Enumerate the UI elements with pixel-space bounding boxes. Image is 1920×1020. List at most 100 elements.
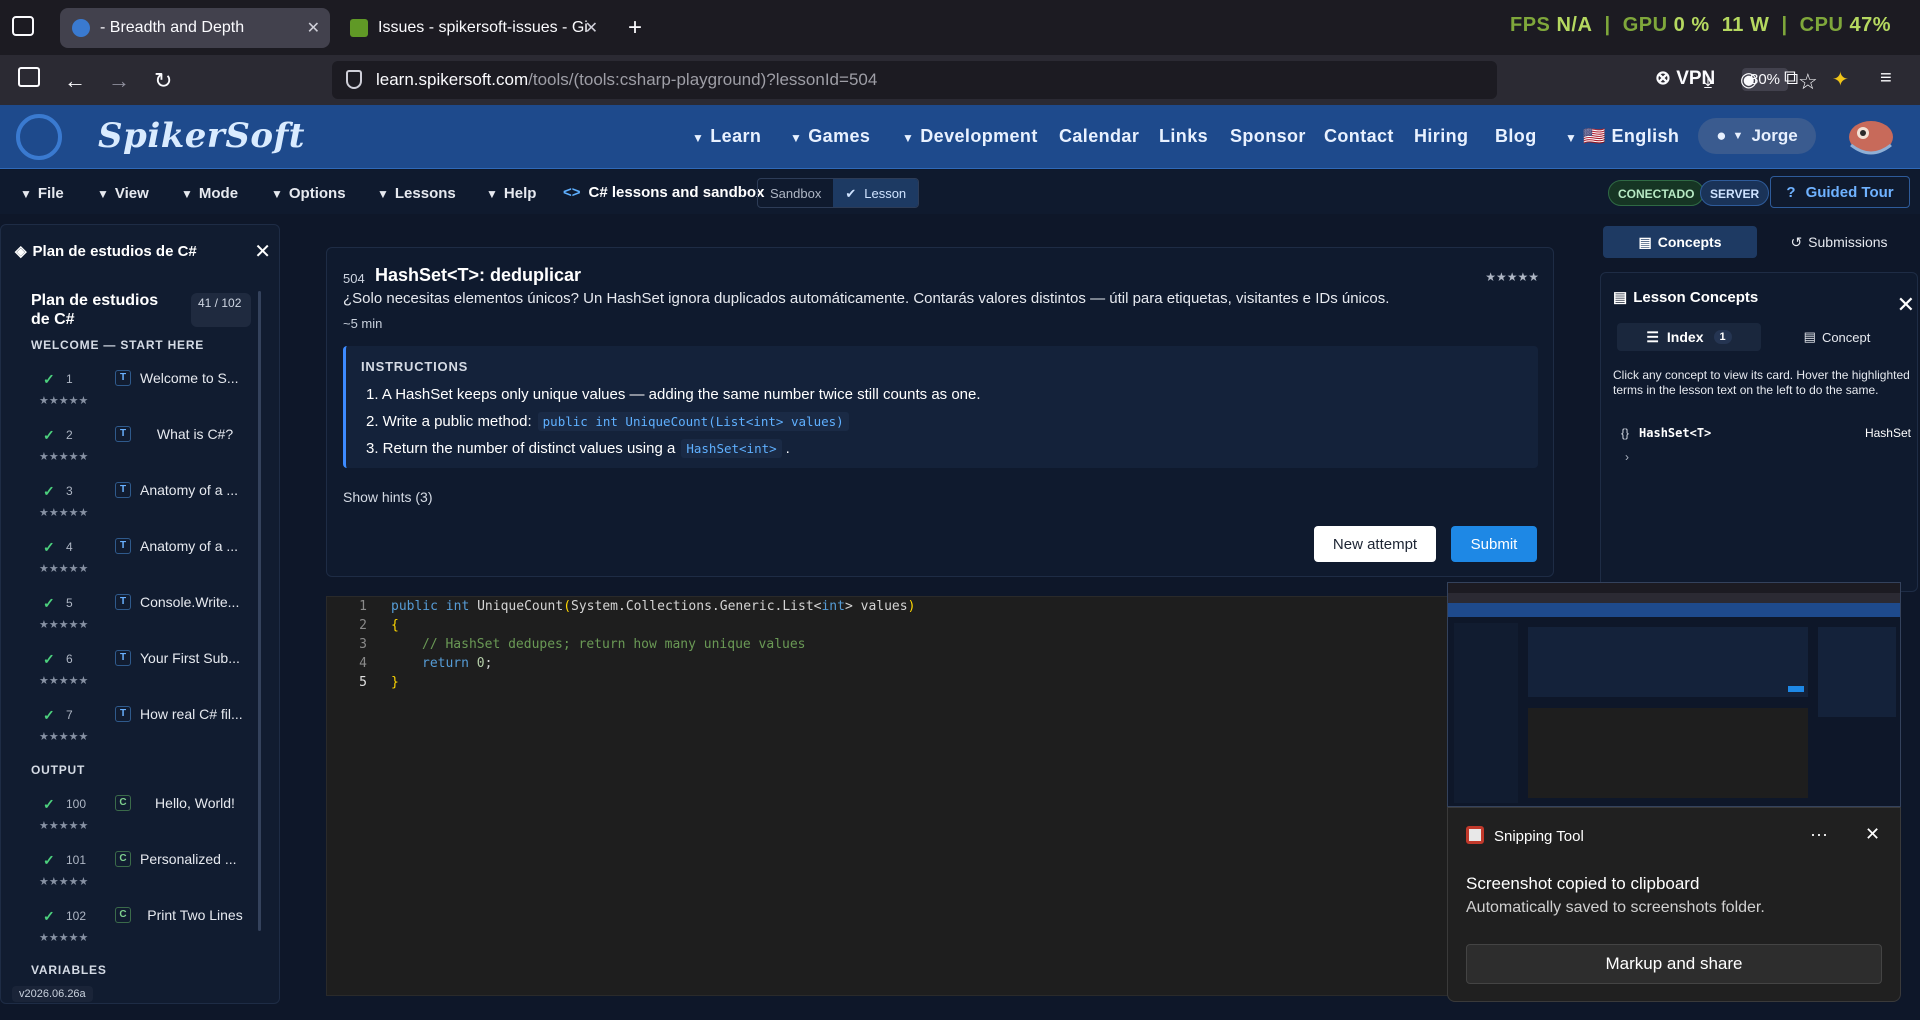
nav-calendar[interactable]: Calendar bbox=[1059, 126, 1139, 147]
bookmark-star-icon[interactable]: ☆ bbox=[1798, 69, 1818, 95]
lesson-item[interactable]: ✓ 6 T Your First Sub... ★★★★★ bbox=[31, 648, 256, 704]
snipping-tool-toast: Snipping Tool ··· ✕ Screenshot copied to… bbox=[1447, 807, 1901, 1002]
gpu-label: GPU bbox=[1622, 14, 1668, 36]
spikersoft-logo-icon[interactable] bbox=[16, 114, 62, 160]
code-editor[interactable]: 1 2 3 4 5 public int UniqueCount(System.… bbox=[326, 596, 1554, 996]
extensions-icon[interactable]: ⧉ bbox=[1784, 67, 1798, 90]
screenshot-thumbnail[interactable] bbox=[1447, 582, 1901, 807]
lesson-item[interactable]: ✓ 3 T Anatomy of a ... ★★★★★ bbox=[31, 480, 256, 536]
code-line: return 0; bbox=[422, 656, 493, 671]
menu-lessons[interactable]: ▼ Lessons bbox=[377, 185, 456, 202]
lesson-item[interactable]: ✓ 102 C Print Two Lines ★★★★★ bbox=[31, 905, 256, 961]
show-hints-link[interactable]: Show hints (3) bbox=[343, 489, 432, 505]
tab-submissions[interactable]: ↺ Submissions bbox=[1763, 226, 1915, 258]
nav-language[interactable]: ▼ 🇺🇸 English bbox=[1565, 126, 1679, 147]
concepts-title: ▤ Lesson Concepts bbox=[1613, 289, 1759, 306]
lesson-item[interactable]: ✓ 4 T Anatomy of a ... ★★★★★ bbox=[31, 536, 256, 592]
check-icon: ✓ bbox=[43, 908, 55, 924]
tab-concepts[interactable]: ▤ Concepts bbox=[1603, 226, 1757, 258]
lesson-item[interactable]: ✓ 1 T Welcome to S... ★★★★★ bbox=[31, 368, 256, 424]
lesson-item[interactable]: ✓ 7 T How real C# fil... ★★★★★ bbox=[31, 704, 256, 760]
chevron-down-icon: ▼ bbox=[692, 131, 705, 145]
toast-subtext: Automatically saved to screenshots folde… bbox=[1466, 899, 1765, 916]
markup-and-share-button[interactable]: Markup and share bbox=[1466, 944, 1882, 984]
lesson-item[interactable]: ✓ 100 C Hello, World! ★★★★★ bbox=[31, 793, 256, 849]
forward-button[interactable]: → bbox=[108, 68, 130, 94]
concept-tag: HashSet bbox=[1864, 426, 1911, 440]
address-bar[interactable]: learn.spikersoft.com /tools/(tools:cshar… bbox=[332, 61, 1818, 99]
nav-contact[interactable]: Contact bbox=[1324, 126, 1394, 147]
code-icon: <> bbox=[563, 184, 581, 201]
browser-tab-active[interactable]: - Breadth and Depth ✕ bbox=[60, 8, 330, 48]
curriculum-title: Plan de estudios de C# bbox=[31, 292, 159, 328]
chevron-down-icon: ▼ bbox=[20, 187, 32, 201]
lesson-rating-stars[interactable]: ★★★★★ bbox=[1485, 270, 1539, 284]
lesson-item[interactable]: ✓ 5 T Console.Write... ★★★★★ bbox=[31, 592, 256, 648]
app-menubar: ▼ File ▼ View ▼ Mode ▼ Options ▼ Lessons ▼ Hel… bbox=[0, 170, 1920, 214]
lesson-type-badge: C bbox=[115, 795, 131, 811]
brand-name[interactable]: SpikerSoft bbox=[98, 116, 305, 156]
nav-links[interactable]: Links bbox=[1159, 126, 1208, 147]
concept-row[interactable]: {} HashSet<T> HashSet bbox=[1621, 426, 1911, 440]
reload-button[interactable]: ↻ bbox=[154, 68, 172, 94]
close-tab-icon[interactable]: ✕ bbox=[585, 18, 598, 38]
nav-blog[interactable]: Blog bbox=[1495, 126, 1537, 147]
rating-stars: ★★★★★ bbox=[39, 820, 89, 832]
shield-icon[interactable] bbox=[346, 70, 362, 89]
lesson-item[interactable]: ✓ 101 C Personalized ... ★★★★★ bbox=[31, 849, 256, 905]
menu-icon[interactable]: ≡ bbox=[1880, 67, 1892, 90]
section-output: OUTPUT bbox=[31, 763, 86, 777]
mode-lesson-button[interactable]: ✔ Lesson bbox=[833, 179, 919, 207]
menu-view[interactable]: ▼ View bbox=[97, 185, 149, 202]
nav-development[interactable]: ▼ Development bbox=[902, 126, 1038, 147]
submit-button[interactable]: Submit bbox=[1451, 526, 1537, 562]
menu-file[interactable]: ▼ File bbox=[20, 185, 64, 202]
browser-tab[interactable]: Issues - spikersoft-issues - Gitea ✕ bbox=[338, 8, 608, 48]
nav-learn[interactable]: ▼ Learn bbox=[692, 126, 761, 147]
new-tab-button[interactable]: + bbox=[628, 14, 642, 42]
close-tab-icon[interactable]: ✕ bbox=[307, 18, 320, 38]
breadcrumb: <> C# lessons and sandbox bbox=[563, 184, 764, 201]
concepts-index-tab[interactable]: ☰ Index 1 bbox=[1617, 323, 1761, 351]
line-number: 5 bbox=[359, 675, 367, 690]
tab-list-icon[interactable] bbox=[12, 16, 34, 36]
mode-sandbox-button[interactable]: Sandbox bbox=[758, 179, 833, 207]
close-concepts-icon[interactable]: ✕ bbox=[1897, 292, 1915, 318]
lesson-type-badge: T bbox=[115, 650, 131, 666]
close-toast-icon[interactable]: ✕ bbox=[1865, 824, 1880, 845]
nav-sponsor[interactable]: Sponsor bbox=[1230, 126, 1306, 147]
spikersoft-favicon-icon bbox=[72, 19, 90, 37]
chevron-down-icon: ▼ bbox=[1732, 130, 1744, 142]
site-header: SpikerSoft ▼ Learn ▼ Games ▼ Development Ca… bbox=[0, 105, 1920, 169]
nav-hiring[interactable]: Hiring bbox=[1414, 126, 1468, 147]
rating-stars: ★★★★★ bbox=[39, 395, 89, 407]
version-badge: v2026.06.26a bbox=[12, 986, 93, 1002]
rating-stars: ★★★★★ bbox=[39, 619, 89, 631]
guided-tour-button[interactable]: ? Guided Tour bbox=[1770, 176, 1910, 208]
extension-badge-icon[interactable]: ✦ bbox=[1832, 67, 1849, 92]
concept-card-tab[interactable]: ▤ Concept bbox=[1769, 323, 1905, 351]
lesson-item[interactable]: ✓ 2 T What is C#? ★★★★★ bbox=[31, 424, 256, 480]
new-attempt-button[interactable]: New attempt bbox=[1314, 526, 1436, 562]
account-icon[interactable]: ◉ bbox=[1740, 67, 1757, 92]
menu-options[interactable]: ▼ Options bbox=[271, 185, 346, 202]
sidebar-toggle-icon[interactable] bbox=[18, 67, 40, 87]
cpu-value: 47% bbox=[1849, 14, 1891, 36]
vpn-button[interactable]: ⊗ VPN bbox=[1655, 67, 1715, 90]
book-icon: ▤ bbox=[1613, 289, 1628, 306]
user-menu-button[interactable]: ● ▼ Jorge bbox=[1698, 118, 1816, 154]
chevron-right-icon[interactable]: › bbox=[1625, 450, 1629, 464]
concepts-help-text: Click any concept to view its card. Hove… bbox=[1613, 368, 1910, 397]
section-variables: VARIABLES bbox=[31, 963, 107, 977]
gpu-power: 11 W bbox=[1721, 14, 1770, 36]
back-button[interactable]: ← bbox=[64, 68, 86, 94]
nav-games[interactable]: ▼ Games bbox=[790, 126, 870, 147]
line-number: 3 bbox=[359, 637, 367, 652]
close-sidebar-icon[interactable]: ✕ bbox=[254, 239, 271, 264]
breadcrumb-label: C# lessons and sandbox bbox=[588, 184, 765, 201]
menu-mode[interactable]: ▼ Mode bbox=[181, 185, 238, 202]
chameleon-mascot-icon bbox=[1849, 121, 1893, 155]
more-options-icon[interactable]: ··· bbox=[1810, 824, 1828, 845]
menu-help[interactable]: ▼ Help bbox=[486, 185, 536, 202]
sidebar-scrollbar[interactable] bbox=[258, 291, 261, 931]
